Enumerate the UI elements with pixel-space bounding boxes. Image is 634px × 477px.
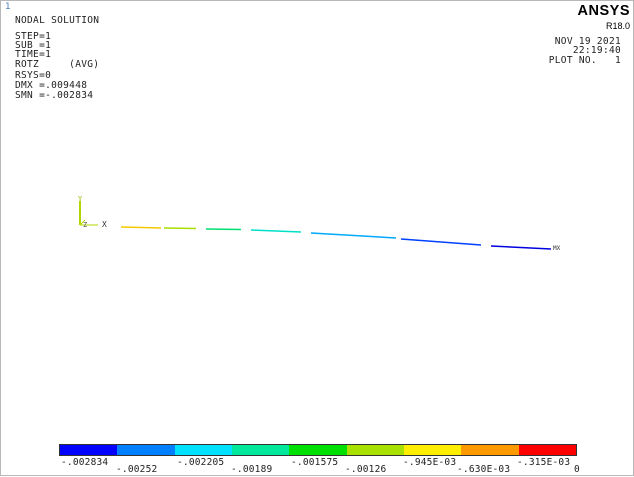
legend-band [346,445,404,455]
legend-label: -.00252 [116,464,158,475]
legend-band [403,445,462,455]
contour-legend-bar [59,444,577,456]
graphics-window: 1 NODAL SOLUTION STEP=1 SUB =1 TIME=1 RO… [0,0,634,476]
legend-label: 0 [574,464,580,475]
legend-band [60,445,118,455]
legend-band [231,445,290,455]
legend-band [174,445,232,455]
max-node-label: MX [553,245,561,252]
legend-label: -.002834 [61,457,109,468]
axis-x-label: X [102,220,107,229]
legend-label: -.002205 [177,457,225,468]
axis-z-label: Z [83,221,87,229]
legend-label: -.001575 [291,457,339,468]
legend-band [117,445,175,455]
legend-band [461,445,519,455]
axis-y-label: Y [78,195,83,203]
legend-label: -.00189 [231,464,273,475]
legend-label: -.945E-03 [403,457,457,468]
model-view: Y Z X MX [78,195,561,252]
legend-band [289,445,347,455]
legend-label: -.315E-03 [517,457,571,468]
legend-label: -.630E-03 [457,464,511,475]
triad-icon: Y Z X [78,195,107,229]
deformed-beam: MX [120,226,561,252]
legend-label: -.00126 [345,464,387,475]
legend-band [518,445,576,455]
